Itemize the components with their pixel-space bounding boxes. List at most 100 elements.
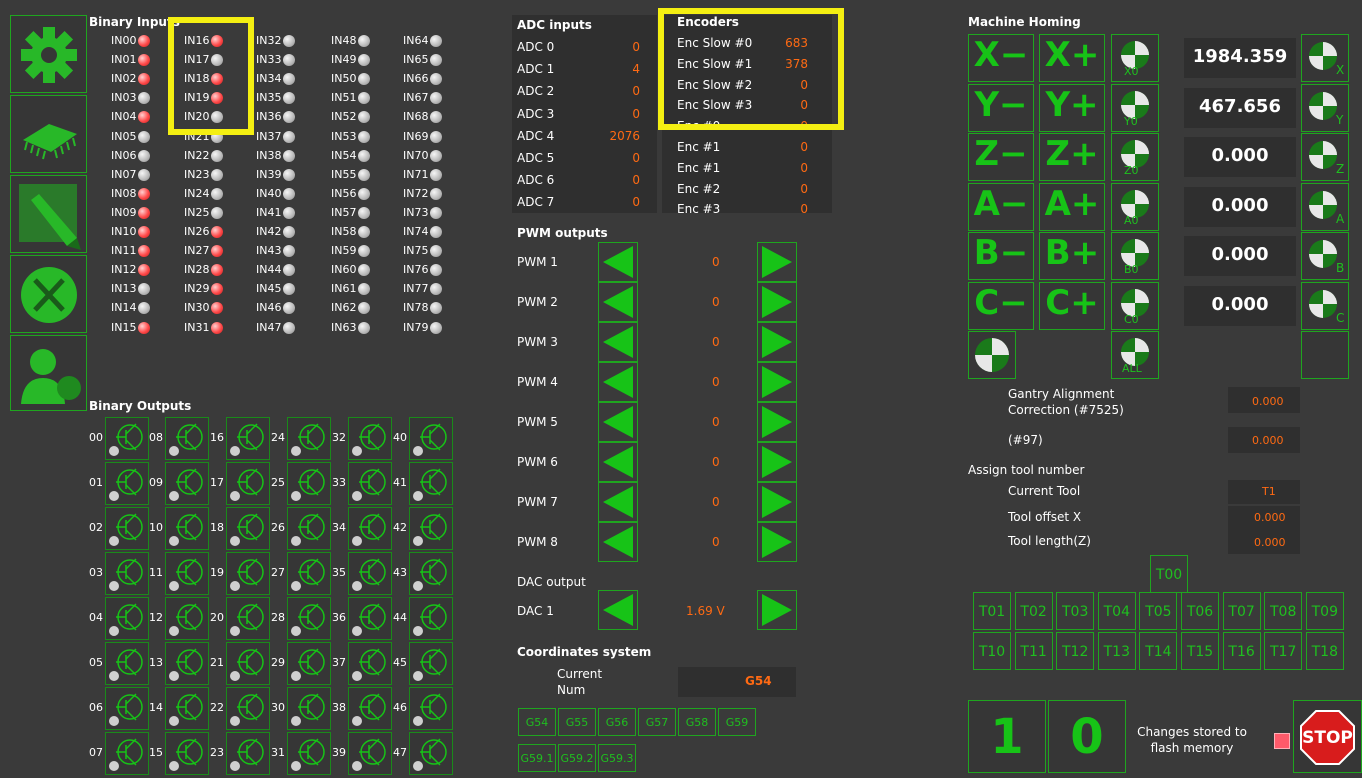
home-axis-button[interactable]: C (1301, 281, 1349, 330)
tool-button-t18[interactable]: T18 (1305, 632, 1344, 670)
zero-button[interactable]: 0 (1048, 700, 1126, 773)
edit-button[interactable] (10, 175, 87, 253)
output-toggle-button[interactable] (287, 507, 331, 550)
output-toggle-button[interactable] (165, 732, 209, 775)
output-toggle-button[interactable] (105, 732, 149, 775)
tool-button-t11[interactable]: T11 (1014, 632, 1053, 670)
tool-button-t16[interactable]: T16 (1222, 632, 1261, 670)
dac-decrease-button[interactable] (598, 590, 638, 630)
output-toggle-button[interactable] (287, 642, 331, 685)
home-all-button[interactable]: ALL (1111, 331, 1159, 379)
output-toggle-button[interactable] (226, 642, 270, 685)
zero-axis-button[interactable]: C0 (1111, 281, 1159, 330)
tool-button-t08[interactable]: T08 (1264, 592, 1303, 630)
zero-axis-button[interactable]: Y0 (1111, 83, 1159, 132)
output-toggle-button[interactable] (409, 732, 453, 775)
jog-minus-button[interactable]: C− (968, 281, 1034, 330)
output-toggle-button[interactable] (348, 597, 392, 640)
output-toggle-button[interactable] (287, 687, 331, 730)
jog-minus-button[interactable]: A− (968, 182, 1034, 231)
jog-plus-button[interactable]: Z+ (1039, 133, 1105, 181)
home-axis-button[interactable]: Z (1301, 133, 1349, 181)
tool-button-t14[interactable]: T14 (1139, 632, 1178, 670)
jog-plus-button[interactable]: C+ (1039, 281, 1105, 330)
pwm-increase-button[interactable] (757, 402, 797, 442)
pwm-decrease-button[interactable] (598, 362, 638, 402)
coords-button-g57[interactable]: G57 (638, 708, 676, 736)
empty-home-button[interactable] (1301, 331, 1349, 379)
output-toggle-button[interactable] (165, 507, 209, 550)
output-toggle-button[interactable] (226, 597, 270, 640)
coords-button-g59-2[interactable]: G59.2 (558, 744, 596, 772)
jog-plus-button[interactable]: X+ (1039, 34, 1105, 82)
output-toggle-button[interactable] (348, 732, 392, 775)
zero-axis-button[interactable]: X0 (1111, 34, 1159, 82)
output-toggle-button[interactable] (226, 687, 270, 730)
pwm-decrease-button[interactable] (598, 482, 638, 522)
output-toggle-button[interactable] (165, 597, 209, 640)
output-toggle-button[interactable] (105, 507, 149, 550)
output-toggle-button[interactable] (287, 552, 331, 595)
output-toggle-button[interactable] (105, 597, 149, 640)
output-toggle-button[interactable] (409, 642, 453, 685)
output-toggle-button[interactable] (409, 507, 453, 550)
coords-button-g55[interactable]: G55 (558, 708, 596, 736)
tool-button-t12[interactable]: T12 (1056, 632, 1095, 670)
output-toggle-button[interactable] (348, 552, 392, 595)
one-button[interactable]: 1 (968, 700, 1046, 773)
pwm-increase-button[interactable] (757, 282, 797, 322)
pwm-decrease-button[interactable] (598, 282, 638, 322)
output-toggle-button[interactable] (409, 597, 453, 640)
tool-button-t04[interactable]: T04 (1097, 592, 1136, 630)
coords-button-g59-1[interactable]: G59.1 (518, 744, 556, 772)
output-toggle-button[interactable] (348, 507, 392, 550)
jog-plus-button[interactable]: B+ (1039, 232, 1105, 280)
jog-minus-button[interactable]: B− (968, 232, 1034, 280)
pwm-increase-button[interactable] (757, 482, 797, 522)
home-all-diag-button[interactable] (968, 331, 1016, 379)
tools-button[interactable] (10, 255, 87, 333)
tool-button-t07[interactable]: T07 (1222, 592, 1261, 630)
user-button[interactable] (10, 335, 87, 411)
output-toggle-button[interactable] (105, 462, 149, 505)
tool-button-t00[interactable]: T00 (1150, 555, 1188, 593)
coords-button-g54[interactable]: G54 (518, 708, 556, 736)
output-toggle-button[interactable] (287, 462, 331, 505)
pwm-decrease-button[interactable] (598, 242, 638, 282)
coords-button-g56[interactable]: G56 (598, 708, 636, 736)
coords-button-g58[interactable]: G58 (678, 708, 716, 736)
output-toggle-button[interactable] (226, 462, 270, 505)
tool-button-t06[interactable]: T06 (1181, 592, 1219, 630)
output-toggle-button[interactable] (348, 687, 392, 730)
output-toggle-button[interactable] (348, 642, 392, 685)
chip-button[interactable] (10, 95, 87, 173)
zero-axis-button[interactable]: Z0 (1111, 133, 1159, 181)
home-axis-button[interactable]: B (1301, 232, 1349, 280)
pwm-decrease-button[interactable] (598, 402, 638, 442)
tool-button-t03[interactable]: T03 (1056, 592, 1095, 630)
home-axis-button[interactable]: Y (1301, 83, 1349, 132)
pwm-increase-button[interactable] (757, 242, 797, 282)
output-toggle-button[interactable] (409, 687, 453, 730)
tool-button-t01[interactable]: T01 (973, 592, 1011, 630)
output-toggle-button[interactable] (165, 687, 209, 730)
pwm-decrease-button[interactable] (598, 442, 638, 482)
output-toggle-button[interactable] (287, 417, 331, 460)
output-toggle-button[interactable] (226, 507, 270, 550)
tool-button-t09[interactable]: T09 (1305, 592, 1344, 630)
dac-increase-button[interactable] (757, 590, 797, 630)
pwm-decrease-button[interactable] (598, 522, 638, 562)
pwm-increase-button[interactable] (757, 442, 797, 482)
output-toggle-button[interactable] (105, 552, 149, 595)
output-toggle-button[interactable] (348, 417, 392, 460)
tool-button-t10[interactable]: T10 (973, 632, 1011, 670)
output-toggle-button[interactable] (409, 462, 453, 505)
tool-button-t13[interactable]: T13 (1097, 632, 1136, 670)
tool-button-t17[interactable]: T17 (1264, 632, 1303, 670)
output-toggle-button[interactable] (165, 417, 209, 460)
pwm-increase-button[interactable] (757, 322, 797, 362)
output-toggle-button[interactable] (226, 552, 270, 595)
output-toggle-button[interactable] (287, 597, 331, 640)
pwm-increase-button[interactable] (757, 522, 797, 562)
home-axis-button[interactable]: A (1301, 182, 1349, 231)
